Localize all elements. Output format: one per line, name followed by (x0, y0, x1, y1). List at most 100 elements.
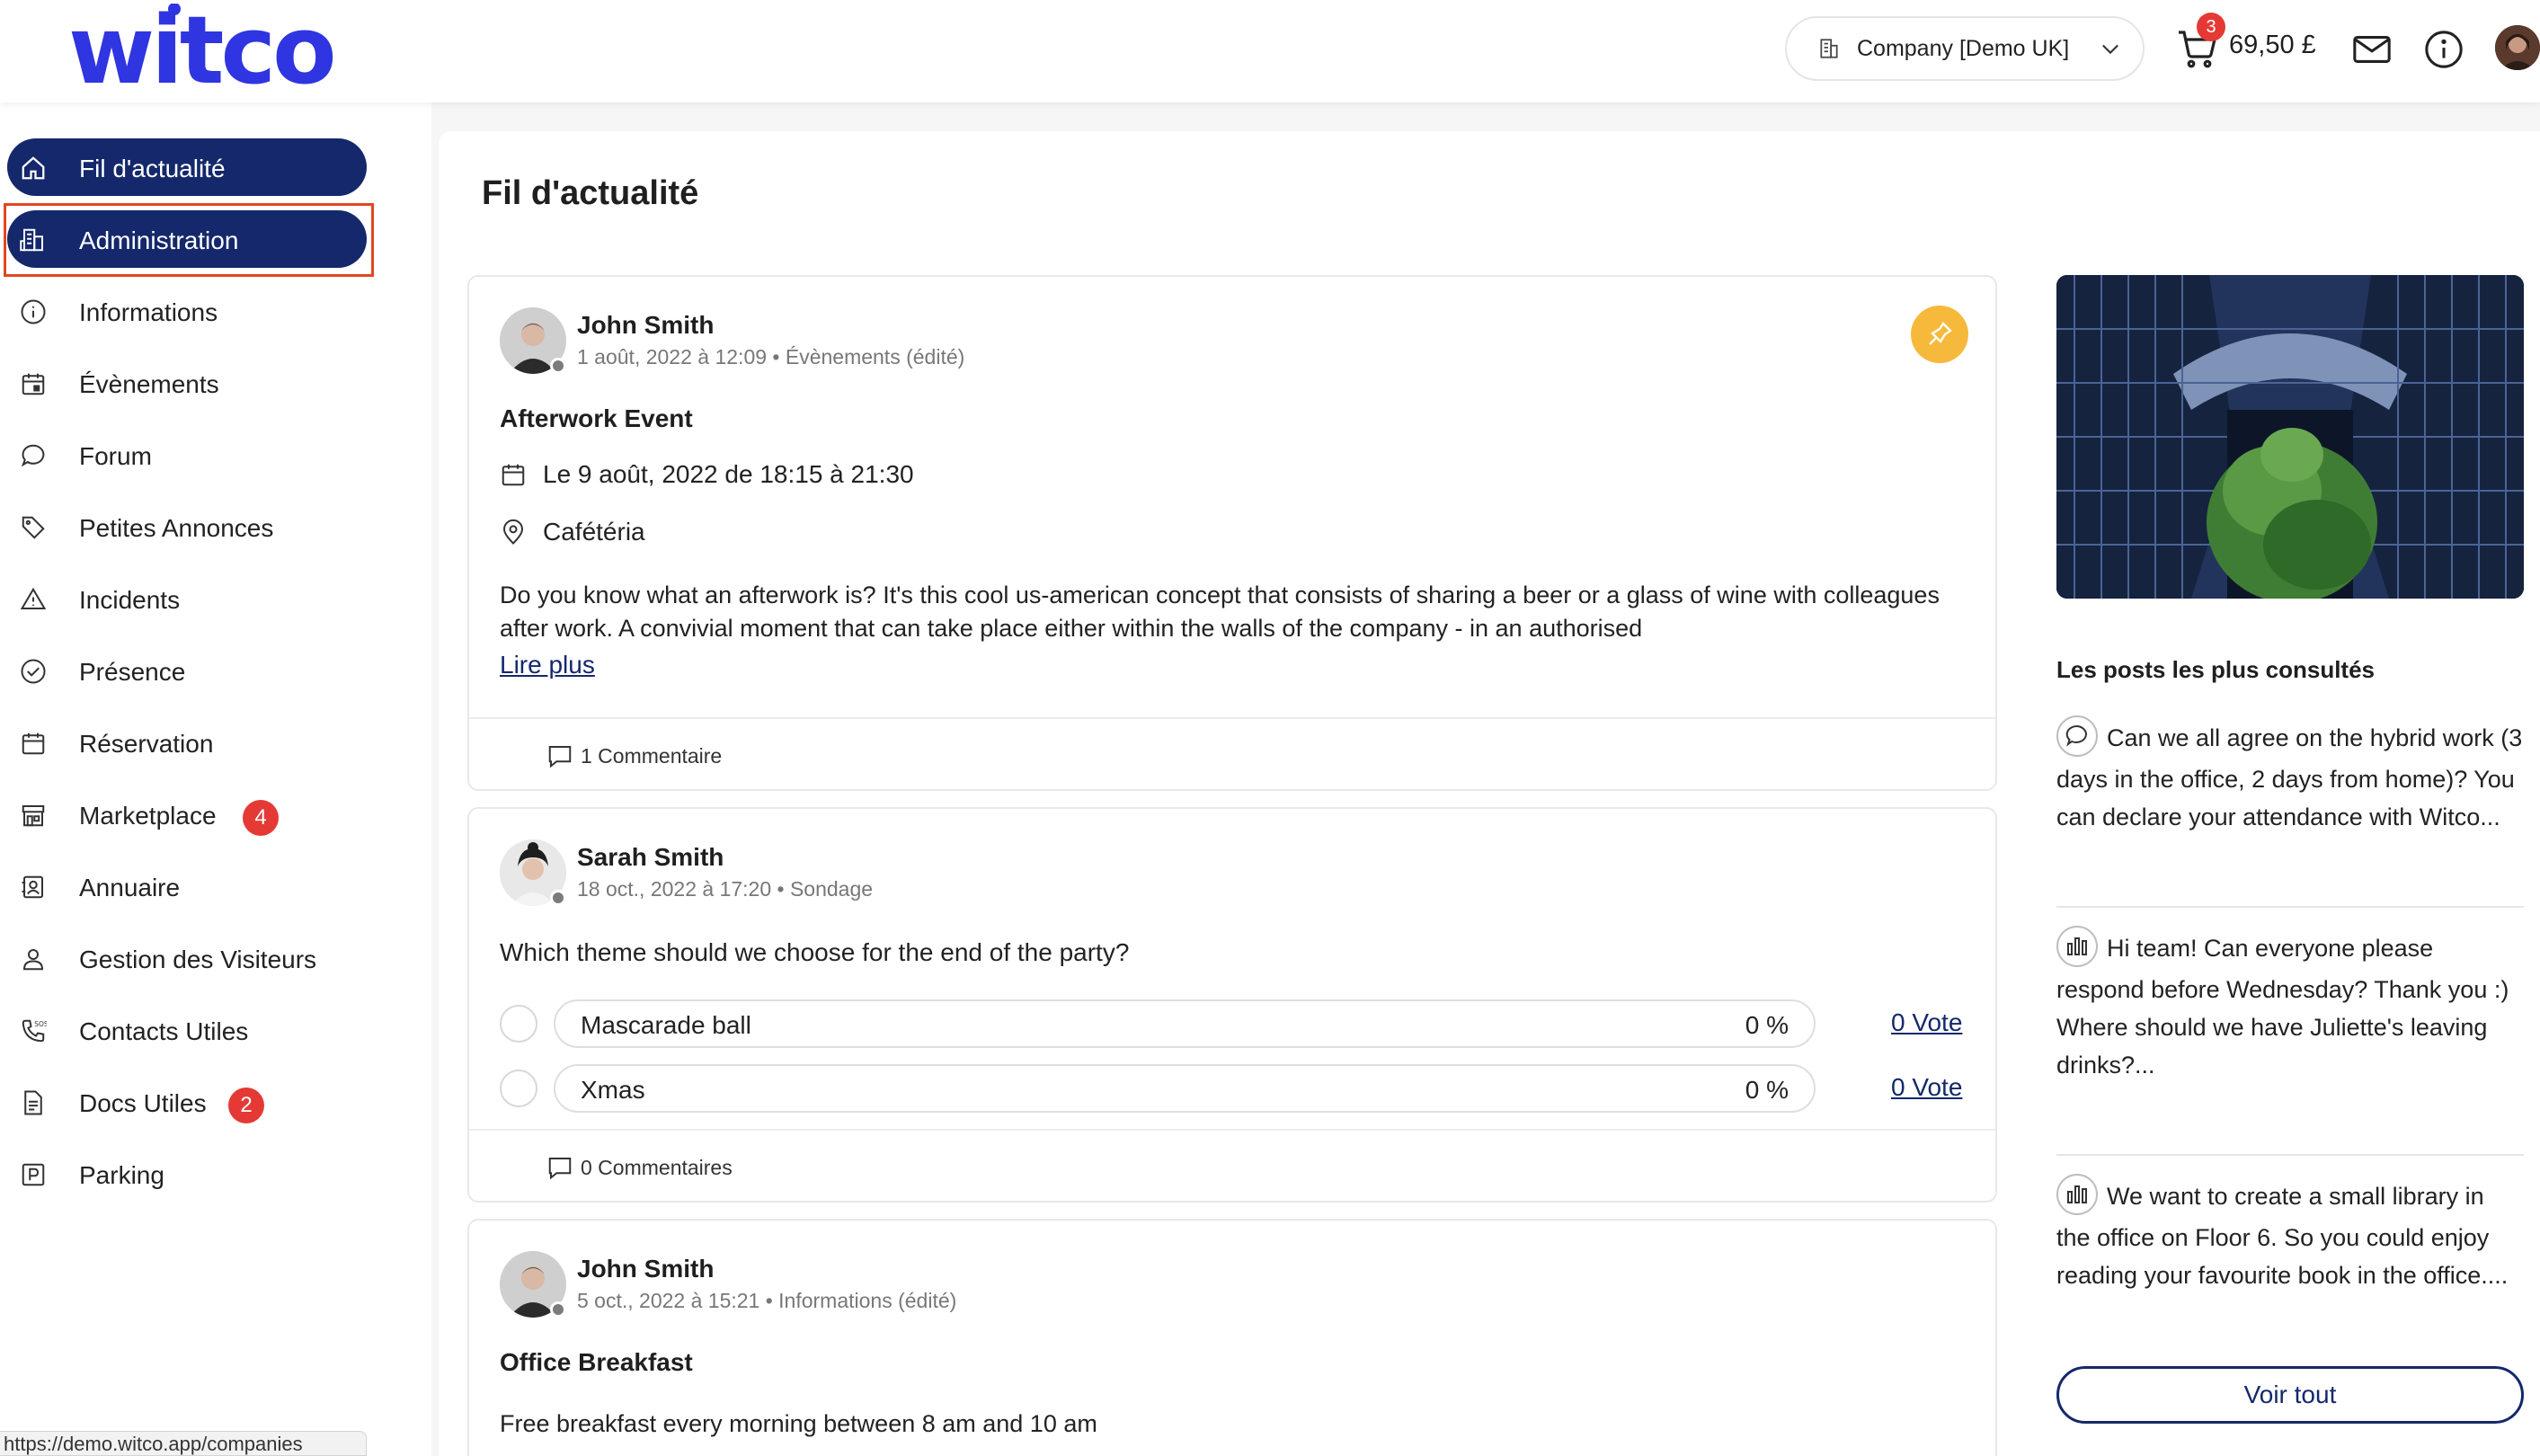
page-title: Fil d'actualité (482, 174, 699, 212)
warning-icon (20, 587, 47, 609)
contact-book-icon (22, 875, 43, 899)
post-card-event[interactable]: John Smith 1 août, 2022 à 12:09 • Évènem… (467, 275, 1997, 791)
post-card-poll[interactable]: Sarah Smith 18 oct., 2022 à 17:20 • Sond… (467, 807, 1997, 1203)
see-all-button[interactable]: Voir tout (2056, 1366, 2524, 1424)
most-viewed-post[interactable]: Hi team! Can everyone please respond bef… (2056, 926, 2524, 1084)
calendar-icon (22, 732, 45, 755)
sidebar-nav: Fil d'actualité Administration Informati… (0, 102, 431, 1456)
pin-icon (1929, 322, 1952, 345)
parking-icon (22, 1163, 45, 1186)
info-icon (21, 299, 46, 324)
sidebar-item-informations[interactable]: Informations (7, 282, 367, 340)
building-photo (2056, 275, 2524, 599)
company-select-label: Company [Demo UK] (1857, 35, 2070, 61)
poll-option-percent: 0 % (1745, 1011, 1789, 1039)
store-icon (22, 805, 45, 827)
chat-bubble-icon (21, 444, 45, 467)
post-meta: 18 oct., 2022 à 17:20 • Sondage (577, 877, 874, 901)
poll-option-label: Mascarade ball (581, 1011, 751, 1039)
location-pin-icon (502, 519, 524, 545)
selection-highlight-box (4, 203, 374, 277)
svg-text:SOS: SOS (34, 1020, 47, 1028)
sidebar-item-petites-annonces[interactable]: Petites Annonces (7, 498, 367, 555)
sidebar-item-label: Évènements (79, 370, 219, 398)
event-date: Le 9 août, 2022 de 18:15 à 21:30 (543, 460, 914, 488)
sidebar-item-presence[interactable]: Présence (7, 642, 367, 699)
poll-option[interactable]: Mascarade ball 0 % (554, 999, 1816, 1048)
poll-vote-link[interactable]: 0 Vote (1891, 1073, 1962, 1102)
post-body: Free breakfast every morning between 8 a… (500, 1410, 1097, 1437)
post-body: Do you know what an afterwork is? It's t… (500, 582, 1940, 642)
post-meta: 5 oct., 2022 à 15:21 • Informations (édi… (577, 1289, 957, 1312)
chat-bubble-icon (2056, 715, 2098, 757)
cart-count-badge: 3 (2197, 13, 2225, 41)
witco-logo[interactable]: witco (68, 4, 356, 97)
poll-radio[interactable] (500, 1005, 537, 1043)
chevron-down-icon (2102, 44, 2118, 55)
calendar-event-icon (22, 373, 45, 395)
poll-icon (2056, 926, 2098, 967)
poll-radio[interactable] (500, 1070, 537, 1107)
sidebar-item-label: Contacts Utiles (79, 1017, 249, 1045)
sidebar-item-docs-utiles[interactable]: Docs Utiles 2 (7, 1073, 367, 1131)
event-location: Cafétéria (543, 518, 645, 546)
most-viewed-post-text: Can we all agree on the hybrid work (3 d… (2056, 724, 2523, 830)
sidebar-item-label: Docs Utiles (79, 1089, 207, 1117)
online-status-dot (550, 358, 566, 374)
home-icon (22, 156, 45, 180)
comments-button[interactable]: 1 Commentaire (546, 742, 722, 769)
sidebar-item-label: Gestion des Visiteurs (79, 946, 317, 973)
most-viewed-post[interactable]: Can we all agree on the hybrid work (3 d… (2056, 715, 2524, 836)
post-author[interactable]: John Smith (577, 1255, 714, 1283)
post-title: Office Breakfast (500, 1348, 693, 1376)
most-viewed-post-text: Hi team! Can everyone please respond bef… (2056, 935, 2509, 1003)
tag-icon (22, 516, 45, 539)
sidebar-item-label: Marketplace (79, 802, 217, 830)
sidebar-item-label: Réservation (79, 730, 214, 758)
sidebar-item-parking[interactable]: Parking (7, 1145, 367, 1203)
docs-badge: 2 (228, 1088, 264, 1123)
sidebar-item-annuaire[interactable]: Annuaire (7, 857, 367, 915)
event-date-line: Le 9 août, 2022 de 18:15 à 21:30 (500, 460, 914, 489)
calendar-icon (502, 464, 525, 486)
poll-option[interactable]: Xmas 0 % (554, 1064, 1816, 1113)
sidebar-item-gestion-visiteurs[interactable]: Gestion des Visiteurs (7, 929, 367, 987)
poll-option-label: Xmas (581, 1076, 645, 1104)
sidebar-item-forum[interactable]: Forum (7, 426, 367, 484)
most-viewed-post[interactable]: We want to create a small library in the… (2056, 1174, 2524, 1294)
read-more-link[interactable]: Lire plus (500, 651, 595, 679)
sidebar-item-reservation[interactable]: Réservation (7, 714, 367, 771)
sidebar-item-fil-actualite[interactable]: Fil d'actualité (7, 138, 367, 196)
comment-icon (548, 746, 572, 768)
comments-button[interactable]: 0 Commentaires (546, 1154, 733, 1181)
mail-icon[interactable] (2351, 29, 2393, 70)
post-meta: 1 août, 2022 à 12:09 • Évènements (édité… (577, 345, 965, 368)
info-icon[interactable] (2423, 29, 2465, 70)
user-avatar[interactable] (2495, 25, 2540, 70)
card-divider (469, 1129, 1995, 1131)
poll-vote-link[interactable]: 0 Vote (1891, 1008, 1962, 1037)
post-card-info[interactable]: John Smith 5 oct., 2022 à 15:21 • Inform… (467, 1219, 1997, 1456)
sidebar-item-marketplace[interactable]: Marketplace 4 (7, 786, 367, 843)
sidebar-item-label: Forum (79, 442, 152, 470)
sidebar-item-label: Présence (79, 658, 186, 686)
sidebar-item-label: Parking (79, 1161, 164, 1189)
sidebar-item-label: Informations (79, 298, 218, 326)
document-icon (24, 1090, 42, 1115)
post-author[interactable]: John Smith (577, 311, 714, 340)
most-viewed-title: Les posts les plus consultés (2056, 656, 2375, 683)
card-divider (469, 717, 1995, 719)
svg-text:witco: witco (68, 4, 333, 97)
sidebar-item-evenements[interactable]: Évènements (7, 354, 367, 412)
pin-button[interactable] (1911, 306, 1968, 363)
post-author[interactable]: Sarah Smith (577, 843, 724, 872)
sidebar-item-label: Petites Annonces (79, 514, 274, 542)
sidebar-item-incidents[interactable]: Incidents (7, 570, 367, 627)
marketplace-badge: 4 (243, 800, 279, 836)
sidebar-item-contacts-utiles[interactable]: SOS Contacts Utiles (7, 1001, 367, 1059)
cart-amount[interactable]: 69,50 £ (2229, 31, 2316, 60)
poll-question: Which theme should we choose for the end… (500, 938, 1130, 966)
visitor-icon (22, 949, 44, 971)
most-viewed-post-text: We want to create a small library in the… (2056, 1183, 2509, 1289)
company-selector[interactable]: Company [Demo UK] (1785, 16, 2145, 81)
